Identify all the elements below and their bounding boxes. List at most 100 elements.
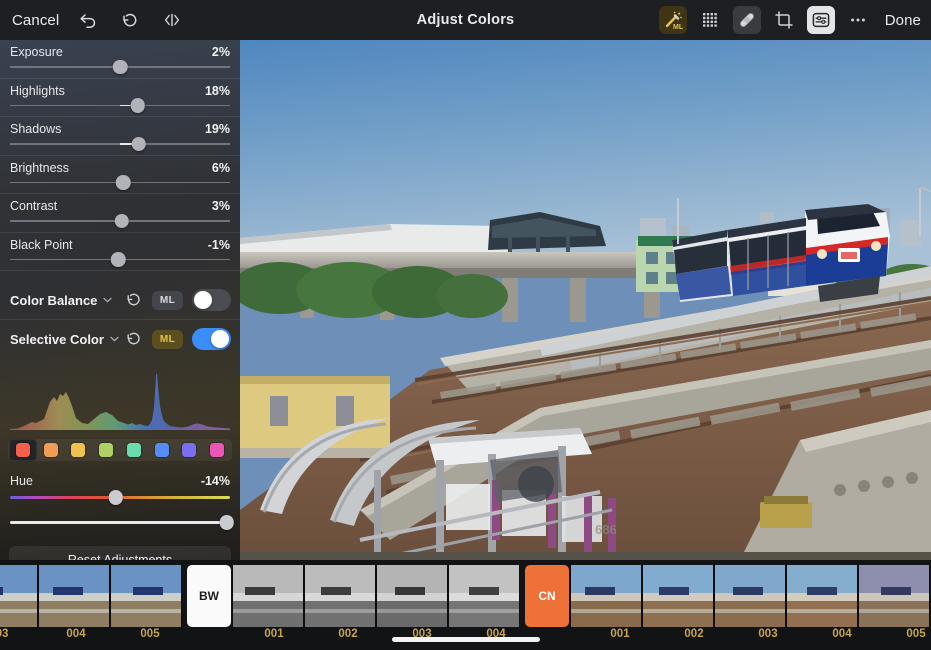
slider-knob[interactable]: [113, 59, 128, 74]
revert-circular-arrow-icon[interactable]: [125, 291, 143, 309]
retouch-bandage-icon[interactable]: [732, 6, 761, 34]
filmstrip-thumb[interactable]: [448, 565, 520, 627]
cancel-button[interactable]: Cancel: [12, 12, 59, 29]
toggle-color-balance[interactable]: [192, 289, 231, 311]
thumb-label: 002: [684, 628, 704, 640]
slider-track[interactable]: [10, 252, 230, 267]
slider-value: 19%: [204, 122, 230, 136]
slider-track[interactable]: [10, 136, 230, 151]
magic-wand-ml-icon[interactable]: ML: [658, 6, 687, 34]
slider-shadows[interactable]: Shadows 19%: [0, 117, 240, 155]
slider-hue[interactable]: Hue -14%: [0, 469, 240, 507]
slider-label: Highlights: [10, 83, 65, 98]
slider-track[interactable]: [10, 175, 230, 190]
chevron-down-icon[interactable]: [103, 295, 113, 306]
slider-value: -1%: [207, 237, 230, 252]
filter-card-cn[interactable]: CN: [525, 565, 569, 627]
group-selective-color[interactable]: Selective Color ML: [0, 320, 240, 358]
filter-card-bw[interactable]: BW: [187, 565, 231, 627]
slider-track[interactable]: [10, 490, 230, 505]
group-label: Selective Color: [10, 331, 104, 347]
slider-knob[interactable]: [108, 490, 123, 505]
svg-text:ML: ML: [673, 24, 684, 31]
adjustments-sliders-icon[interactable]: [806, 6, 835, 34]
slider-brightness[interactable]: Brightness 6%: [0, 156, 240, 194]
filmstrip-thumb[interactable]: [304, 565, 376, 627]
slider-knob[interactable]: [111, 252, 126, 267]
slider-track[interactable]: [10, 213, 230, 228]
filmstrip-track[interactable]: BW CN: [0, 565, 931, 627]
slider-track[interactable]: [10, 98, 230, 113]
histogram-chart: [10, 372, 230, 432]
thumb-label: 005: [140, 628, 160, 640]
thumb-label: 03: [0, 628, 9, 640]
group-color-balance[interactable]: Color Balance ML: [0, 281, 240, 319]
swatch-red[interactable]: [9, 439, 37, 461]
photo-canvas[interactable]: 686: [240, 40, 931, 560]
revert-circular-arrow-icon[interactable]: [117, 7, 143, 33]
filmstrip-thumb[interactable]: [714, 565, 786, 627]
filter-filmstrip[interactable]: BW CN 3 004 005 001 002 003 004 001 002 …: [0, 560, 931, 650]
ml-badge-color-balance[interactable]: ML: [152, 290, 183, 310]
slider-contrast[interactable]: Contrast 3%: [0, 194, 240, 232]
filters-grid-icon[interactable]: [696, 6, 724, 34]
revert-circular-arrow-icon[interactable]: [125, 330, 143, 348]
svg-text:686: 686: [595, 522, 617, 537]
histogram-svg: [10, 373, 230, 430]
filmstrip-thumb[interactable]: [642, 565, 714, 627]
swatch-violet[interactable]: [176, 439, 204, 461]
chevron-down-icon[interactable]: [110, 334, 119, 345]
thumb-label: 001: [610, 628, 630, 640]
more-ellipsis-icon[interactable]: [844, 6, 872, 34]
filmstrip-thumb[interactable]: [232, 565, 304, 627]
slider-knob[interactable]: [131, 136, 146, 151]
slider-label: Hue: [10, 474, 33, 488]
slider-black-point[interactable]: Black Point -1%: [0, 233, 240, 271]
swatch-blue[interactable]: [148, 439, 176, 461]
thumb-label: 004: [832, 628, 852, 640]
slider-knob[interactable]: [116, 175, 131, 190]
slider-secondary[interactable]: [0, 507, 240, 537]
slider-track[interactable]: [10, 515, 234, 530]
filmstrip-thumb[interactable]: [858, 565, 930, 627]
toggle-selective-color[interactable]: [192, 328, 231, 350]
slider-highlights[interactable]: Highlights 18%: [0, 79, 240, 117]
toolbar-right-group: ML Done: [658, 0, 921, 40]
slider-value: 3%: [211, 199, 230, 213]
slider-value: 2%: [211, 45, 230, 59]
thumb-label: 003: [758, 628, 778, 640]
filmstrip-thumb[interactable]: [570, 565, 642, 627]
slider-label: Contrast: [10, 199, 58, 213]
swatch-lime[interactable]: [92, 439, 120, 461]
compare-before-after-icon[interactable]: [159, 7, 185, 33]
swatch-mint[interactable]: [120, 439, 148, 461]
reset-adjustments-button[interactable]: Reset Adjustments: [9, 546, 231, 560]
undo-arrow-icon[interactable]: [75, 7, 101, 33]
swatch-magenta[interactable]: [203, 439, 231, 461]
ml-badge-selective-color[interactable]: ML: [152, 329, 183, 349]
slider-track[interactable]: [10, 59, 230, 74]
done-button[interactable]: Done: [885, 12, 921, 29]
slider-exposure[interactable]: Exposure 2%: [0, 40, 240, 78]
slider-label: Black Point: [10, 237, 73, 252]
thumb-label: 004: [66, 628, 86, 640]
slider-knob[interactable]: [219, 515, 234, 530]
top-toolbar: Cancel Adjust Colors ML Done: [0, 0, 931, 40]
slider-knob[interactable]: [130, 98, 145, 113]
crop-icon[interactable]: [770, 6, 798, 34]
slider-label: Shadows: [10, 122, 62, 136]
swatch-yellow[interactable]: [65, 439, 93, 461]
filmstrip-thumb[interactable]: [110, 565, 182, 627]
slider-knob[interactable]: [114, 213, 129, 228]
home-indicator: [391, 637, 540, 642]
filmstrip-thumb[interactable]: [786, 565, 858, 627]
slider-label: Exposure: [10, 45, 63, 59]
thumb-label: 002: [338, 628, 358, 640]
filmstrip-thumb[interactable]: [0, 565, 38, 627]
swatch-orange[interactable]: [37, 439, 65, 461]
slider-value: -14%: [200, 474, 230, 488]
filmstrip-thumb[interactable]: [376, 565, 448, 627]
slider-value: 18%: [204, 83, 230, 98]
slider-value: 6%: [211, 160, 230, 175]
filmstrip-thumb[interactable]: [38, 565, 110, 627]
